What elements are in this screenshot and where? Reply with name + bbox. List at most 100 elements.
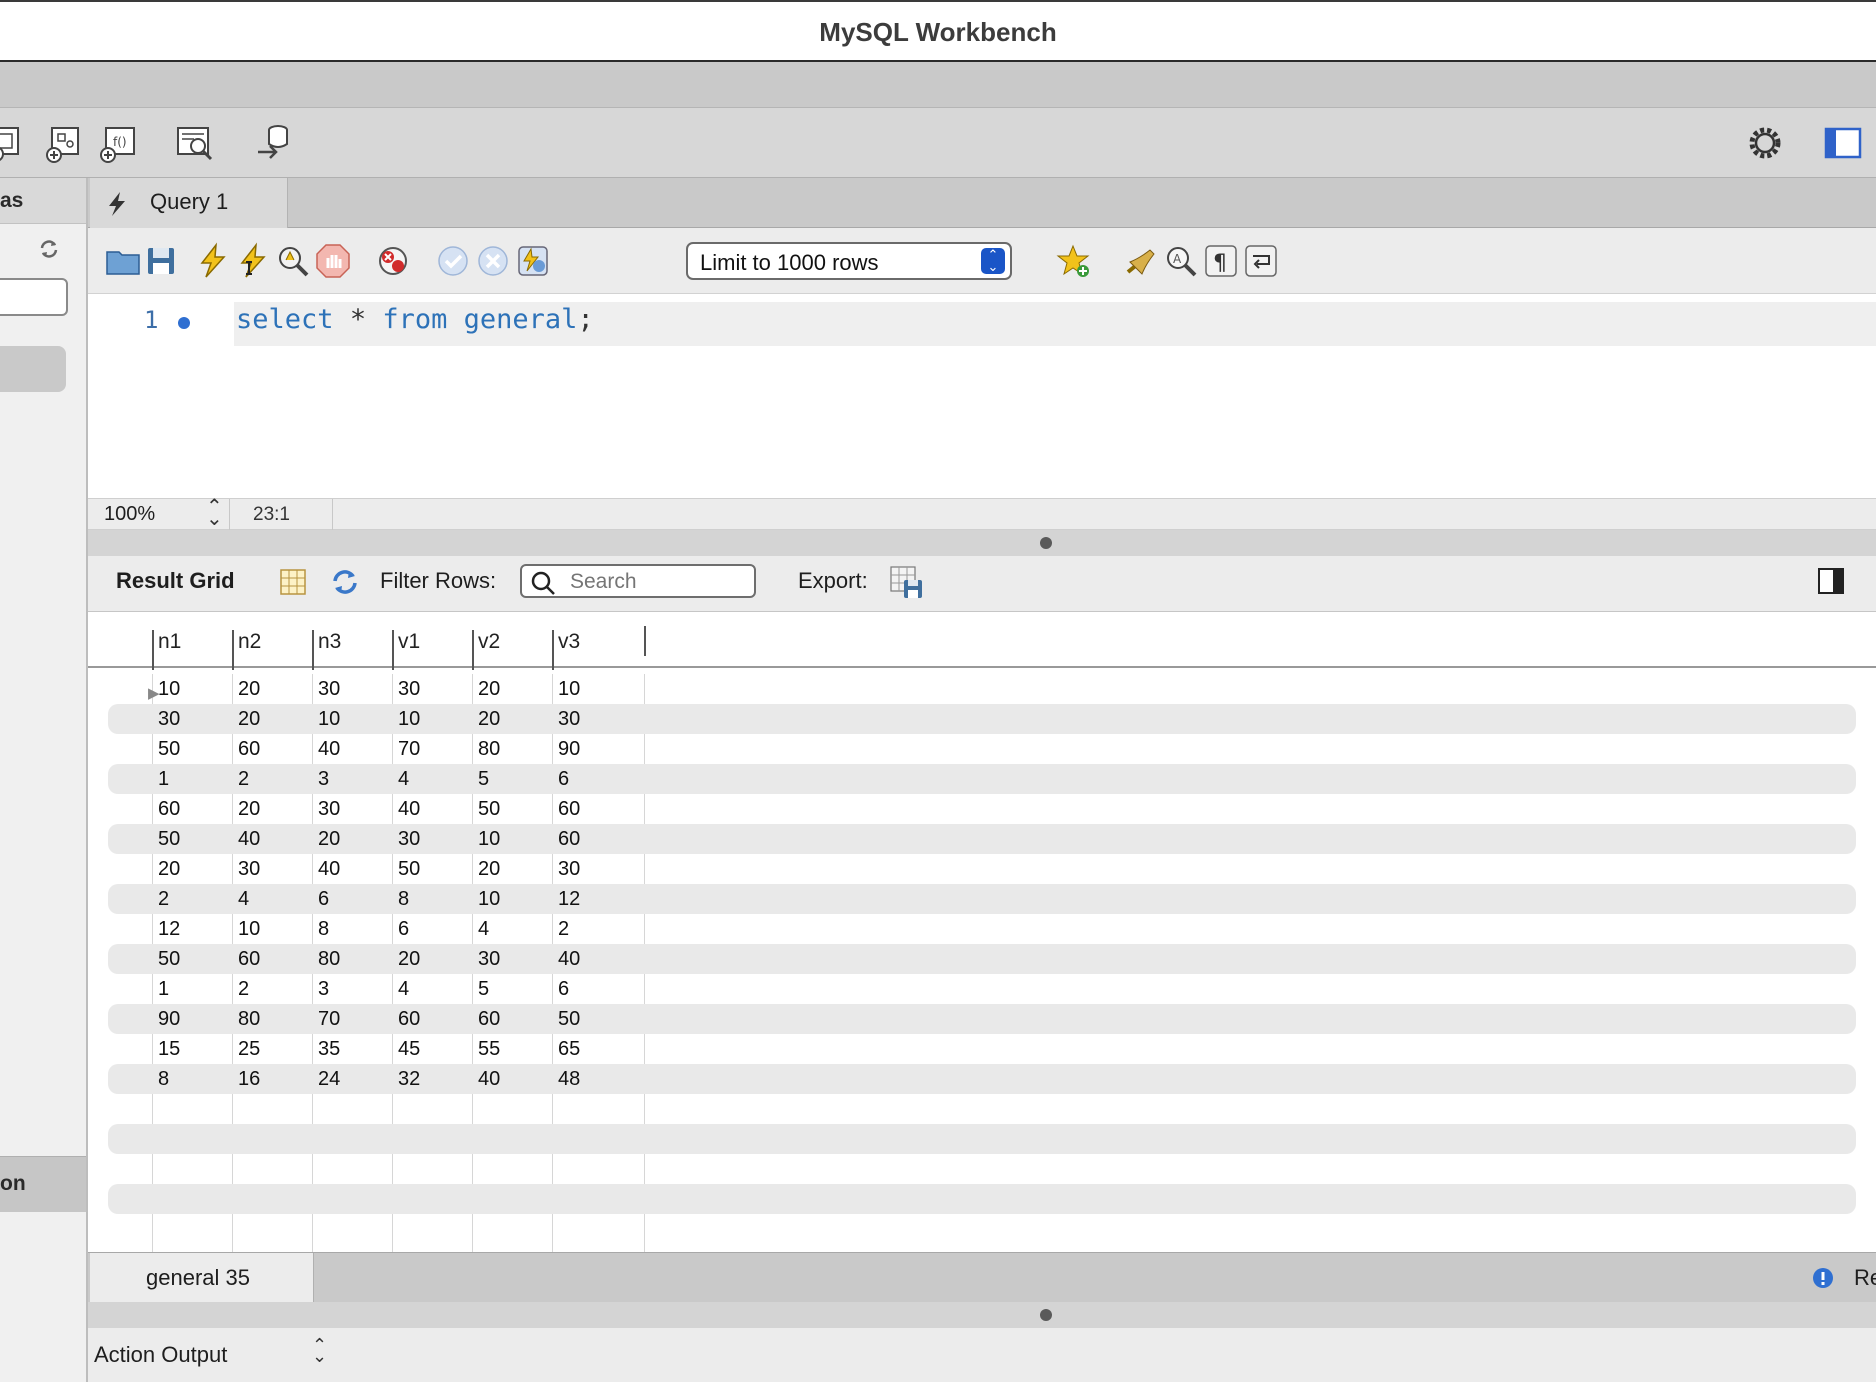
table-row[interactable]: 8 16 24 32 40 48 — [108, 1064, 1856, 1094]
table-cell[interactable]: 3 — [318, 768, 329, 791]
table-cell[interactable]: 50 — [558, 1008, 580, 1031]
refresh-icon[interactable] — [36, 236, 62, 262]
execute-icon[interactable] — [194, 242, 232, 280]
tab-result-general[interactable]: general 35 — [90, 1253, 314, 1303]
table-row[interactable]: 1 2 3 4 5 6 — [108, 764, 1856, 794]
table-cell[interactable]: 20 — [398, 948, 420, 971]
table-cell[interactable]: 40 — [238, 828, 260, 851]
output-type-select[interactable]: Action Output — [94, 1342, 227, 1368]
table-row[interactable]: 60 20 30 40 50 60 — [108, 794, 1856, 824]
table-cell[interactable]: 80 — [318, 948, 340, 971]
table-row[interactable]: 15 25 35 45 55 65 — [108, 1034, 1856, 1064]
sidebar-selected-item[interactable] — [0, 346, 66, 392]
table-cell[interactable]: 6 — [558, 978, 569, 1001]
table-cell[interactable]: 60 — [478, 1008, 500, 1031]
table-cell[interactable]: 6 — [398, 918, 409, 941]
table-cell[interactable]: 30 — [318, 678, 340, 701]
table-cell[interactable]: 20 — [158, 858, 180, 881]
table-cell[interactable]: 24 — [318, 1068, 340, 1091]
table-cell[interactable]: 12 — [158, 918, 180, 941]
table-cell[interactable]: 80 — [238, 1008, 260, 1031]
limit-rows-select[interactable]: Limit to 1000 rows ⌃ ⌄ — [686, 242, 1012, 280]
column-header-v2[interactable]: v2 — [472, 630, 500, 670]
table-cell[interactable]: 60 — [158, 798, 180, 821]
table-cell[interactable]: 90 — [558, 738, 580, 761]
table-cell[interactable]: 30 — [478, 948, 500, 971]
table-cell[interactable]: 50 — [158, 948, 180, 971]
column-header-v1[interactable]: v1 — [392, 630, 420, 670]
table-cell[interactable]: 6 — [318, 888, 329, 911]
table-cell[interactable]: 35 — [318, 1038, 340, 1061]
table-cell[interactable]: 40 — [478, 1068, 500, 1091]
table-cell[interactable]: 30 — [398, 678, 420, 701]
table-cell[interactable]: 20 — [238, 798, 260, 821]
table-cell[interactable]: 70 — [318, 1008, 340, 1031]
panel-toggle-icon[interactable] — [1816, 566, 1846, 596]
table-row[interactable]: 90 80 70 60 60 50 — [108, 1004, 1856, 1034]
explain-icon[interactable] — [274, 242, 312, 280]
table-cell[interactable]: 3 — [318, 978, 329, 1001]
table-cell[interactable]: 20 — [478, 858, 500, 881]
invisibles-icon[interactable]: ¶ — [1202, 242, 1240, 280]
wrap-icon[interactable] — [1242, 242, 1280, 280]
table-cell[interactable]: 20 — [318, 828, 340, 851]
sidebar-toggle-icon[interactable] — [1822, 122, 1864, 164]
table-cell[interactable]: 60 — [558, 798, 580, 821]
new-table-icon[interactable] — [0, 122, 28, 164]
table-row[interactable]: 1 2 3 4 5 6 — [108, 974, 1856, 1004]
table-row[interactable]: 50 60 80 20 30 40 — [108, 944, 1856, 974]
table-cell[interactable]: 8 — [158, 1068, 169, 1091]
table-cell[interactable]: 25 — [238, 1038, 260, 1061]
table-cell[interactable]: 2 — [558, 918, 569, 941]
table-cell[interactable]: 48 — [558, 1068, 580, 1091]
column-header-v3[interactable]: v3 — [552, 630, 580, 670]
new-view-icon[interactable] — [42, 122, 84, 164]
filter-rows-search[interactable] — [520, 564, 756, 598]
table-cell[interactable]: 12 — [558, 888, 580, 911]
export-icon[interactable] — [888, 564, 926, 602]
table-cell[interactable]: 10 — [478, 888, 500, 911]
table-cell[interactable]: 40 — [558, 948, 580, 971]
table-cell[interactable]: 15 — [158, 1038, 180, 1061]
rollback-icon[interactable] — [474, 242, 512, 280]
table-cell[interactable]: 4 — [398, 768, 409, 791]
splitter-handle[interactable] — [1040, 1309, 1052, 1321]
table-cell[interactable]: 5 — [478, 978, 489, 1001]
column-header-n3[interactable]: n3 — [312, 630, 341, 670]
table-cell[interactable]: 10 — [238, 918, 260, 941]
splitter-handle[interactable] — [1040, 537, 1052, 549]
find-icon[interactable]: A — [1162, 242, 1200, 280]
table-cell[interactable]: 50 — [158, 828, 180, 851]
table-cell[interactable]: 50 — [158, 738, 180, 761]
table-cell[interactable]: 20 — [238, 708, 260, 731]
table-cell[interactable]: 30 — [158, 708, 180, 731]
table-cell[interactable]: 4 — [238, 888, 249, 911]
table-cell[interactable]: 6 — [558, 768, 569, 791]
tab-query-1[interactable]: Query 1 — [90, 178, 288, 228]
result-grid[interactable]: n1 n2 n3 v1 v2 v3 ▶ 10 20 30 30 20 10 30… — [88, 612, 1876, 1252]
refresh-icon[interactable] — [328, 566, 362, 598]
table-cell[interactable]: 30 — [318, 798, 340, 821]
table-row[interactable]: 50 40 20 30 10 60 — [108, 824, 1856, 854]
table-cell[interactable]: 40 — [318, 738, 340, 761]
grid-icon[interactable] — [278, 566, 308, 598]
reconnect-icon[interactable] — [252, 122, 294, 164]
table-cell[interactable]: 5 — [478, 768, 489, 791]
table-row[interactable]: 50 60 40 70 80 90 — [108, 734, 1856, 764]
error-toggle-icon[interactable] — [374, 242, 412, 280]
table-cell[interactable]: 55 — [478, 1038, 500, 1061]
table-cell[interactable]: 20 — [478, 708, 500, 731]
beautify-icon[interactable] — [1122, 242, 1160, 280]
column-header-n2[interactable]: n2 — [232, 630, 261, 670]
table-cell[interactable]: 30 — [398, 828, 420, 851]
table-cell[interactable]: 4 — [398, 978, 409, 1001]
autocommit-icon[interactable] — [514, 242, 552, 280]
zoom-select[interactable]: 100% ⌃ ⌄ — [88, 497, 230, 531]
stop-icon[interactable] — [314, 242, 352, 280]
sql-editor[interactable]: 1 select * from general; — [88, 294, 1876, 498]
execute-cursor-icon[interactable] — [234, 242, 272, 280]
table-cell[interactable]: 40 — [398, 798, 420, 821]
table-cell[interactable]: 30 — [558, 708, 580, 731]
table-cell[interactable]: 10 — [318, 708, 340, 731]
table-cell[interactable]: 80 — [478, 738, 500, 761]
